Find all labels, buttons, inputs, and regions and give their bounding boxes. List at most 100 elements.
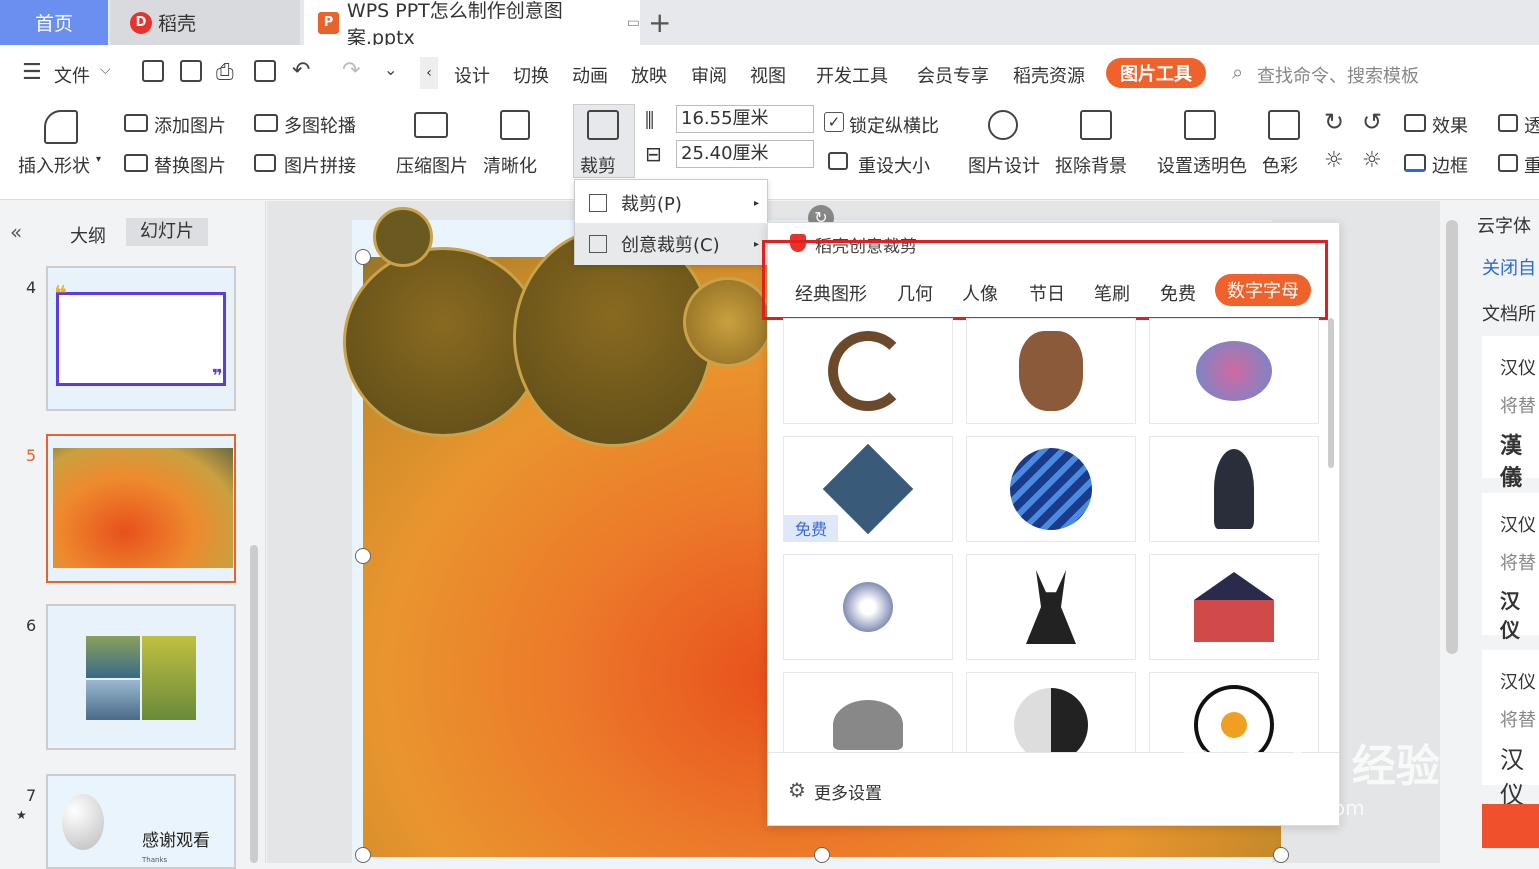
shape-cell-heart[interactable] bbox=[966, 436, 1136, 542]
picture-collage-button[interactable]: 图片拼接 bbox=[284, 152, 356, 178]
border-button[interactable]: 边框 bbox=[1432, 152, 1468, 178]
menu-member[interactable]: 会员专享 bbox=[917, 62, 989, 88]
tab-document[interactable]: P WPS PPT怎么制作创意图案.pptx ▭ bbox=[304, 0, 640, 49]
effect-icon[interactable] bbox=[1404, 114, 1426, 132]
remove-bg-button[interactable]: 抠除背景 bbox=[1055, 152, 1127, 178]
tab-picture-tools[interactable]: 图片工具 bbox=[1106, 58, 1206, 88]
tab-outline[interactable]: 大纲 bbox=[70, 222, 106, 248]
canvas-scrollbar[interactable] bbox=[1444, 204, 1460, 863]
font-card-2[interactable]: 汉仪 将替 汉仪 bbox=[1482, 493, 1539, 642]
brightness-down-icon[interactable]: ☼ bbox=[1362, 148, 1382, 173]
close-auto-link[interactable]: 关闭自 bbox=[1482, 254, 1536, 280]
menu-view[interactable]: 视图 bbox=[750, 62, 786, 88]
chevron-down-icon[interactable]: ⌵ bbox=[100, 62, 111, 78]
more-settings-button[interactable]: 更多设置 bbox=[814, 779, 882, 804]
remove-bg-icon[interactable] bbox=[1080, 110, 1112, 140]
resize-handle-bottom-mid[interactable] bbox=[814, 847, 830, 863]
reset-picture-button[interactable]: 重 bbox=[1524, 152, 1539, 178]
dropdown-arrow-icon[interactable]: ▾ bbox=[96, 154, 101, 165]
multi-carousel-button[interactable]: 多图轮播 bbox=[284, 112, 356, 138]
resize-handle-bottom-right[interactable] bbox=[1273, 847, 1289, 863]
shape-cell-unicorn[interactable] bbox=[783, 318, 953, 424]
set-transparent-button[interactable]: 设置透明色 bbox=[1157, 152, 1247, 178]
add-picture-icon[interactable] bbox=[124, 114, 148, 132]
slide-panel-scrollbar[interactable] bbox=[250, 545, 258, 863]
font-card-3[interactable]: 汉仪 将替 汉仪 bbox=[1482, 650, 1539, 809]
brightness-up-icon[interactable]: ☼ bbox=[1324, 148, 1344, 173]
collapse-panel-icon[interactable]: « bbox=[10, 220, 22, 244]
print-preview-icon[interactable] bbox=[254, 60, 276, 82]
menu-item-creative-crop[interactable]: 创意裁剪(C) ▸ bbox=[575, 223, 767, 265]
shape-cell-tree[interactable] bbox=[1149, 318, 1319, 424]
menu-review[interactable]: 审阅 bbox=[691, 62, 727, 88]
set-transparent-icon[interactable] bbox=[1184, 110, 1216, 140]
save-icon[interactable] bbox=[142, 60, 164, 82]
shape-cell-piano[interactable] bbox=[1149, 554, 1319, 660]
resize-handle-mid-left[interactable] bbox=[355, 548, 371, 564]
compress-picture-icon[interactable] bbox=[414, 112, 448, 138]
menu-design[interactable]: 设计 bbox=[454, 62, 490, 88]
shape-cell-rose[interactable] bbox=[1149, 436, 1319, 542]
rotate-left-icon[interactable]: ↺ bbox=[1362, 108, 1382, 136]
redo-icon[interactable]: ↷ bbox=[342, 58, 360, 83]
width-input[interactable]: 16.55厘米 bbox=[676, 105, 814, 133]
lock-ratio-checkbox[interactable]: ✓ bbox=[824, 112, 844, 132]
color-icon[interactable] bbox=[1268, 110, 1300, 140]
clarify-button[interactable]: 清晰化 bbox=[483, 152, 537, 178]
height-input[interactable]: 25.40厘米 bbox=[676, 140, 814, 168]
transparency-icon[interactable] bbox=[1498, 114, 1518, 132]
hamburger-icon[interactable]: ☰ bbox=[22, 60, 42, 85]
undo-icon[interactable]: ↶ bbox=[292, 58, 310, 83]
color-button[interactable]: 色彩 bbox=[1262, 152, 1298, 178]
slide-thumbnail-6[interactable] bbox=[46, 604, 236, 750]
shape-cell-bear[interactable] bbox=[966, 318, 1136, 424]
shape-cell-yinyang[interactable] bbox=[966, 672, 1136, 752]
tab-daoke[interactable]: D 稻壳 bbox=[110, 0, 300, 45]
font-card-1[interactable]: 汉仪 将替 漢儀 bbox=[1482, 336, 1539, 491]
reset-size-icon[interactable] bbox=[828, 152, 848, 170]
compress-picture-button[interactable]: 压缩图片 bbox=[396, 152, 468, 178]
transparency-button[interactable]: 透 bbox=[1524, 112, 1539, 138]
slide-thumbnail-4[interactable]: ❝ ❞ bbox=[46, 266, 236, 411]
picture-design-icon[interactable] bbox=[988, 110, 1018, 140]
slide-thumbnail-7[interactable]: 感谢观看 Thanks bbox=[46, 774, 236, 869]
tab-home[interactable]: 首页 bbox=[0, 0, 108, 45]
rotate-right-icon[interactable]: ↻ bbox=[1324, 108, 1344, 136]
menu-item-crop[interactable]: 裁剪(P) ▸ bbox=[575, 182, 767, 224]
insert-shape-icon[interactable] bbox=[44, 110, 78, 144]
replace-picture-icon[interactable] bbox=[124, 154, 148, 172]
menu-animation[interactable]: 动画 bbox=[572, 62, 608, 88]
print-icon[interactable]: ⎙ bbox=[216, 60, 234, 85]
slide-thumbnail-5[interactable] bbox=[46, 434, 236, 583]
add-picture-button[interactable]: 添加图片 bbox=[154, 112, 226, 138]
menu-slideshow[interactable]: 放映 bbox=[631, 62, 667, 88]
canvas-scrollbar-thumb[interactable] bbox=[1446, 220, 1458, 654]
reset-size-button[interactable]: 重设大小 bbox=[858, 152, 930, 178]
picture-collage-icon[interactable] bbox=[254, 154, 276, 172]
clarify-icon[interactable] bbox=[500, 110, 530, 140]
replace-fonts-button[interactable] bbox=[1482, 804, 1539, 848]
tab-slides[interactable]: 幻灯片 bbox=[126, 218, 208, 246]
shape-cell-moon[interactable] bbox=[783, 554, 953, 660]
export-icon[interactable] bbox=[180, 60, 202, 82]
new-tab-button[interactable]: + bbox=[648, 6, 671, 39]
monitor-icon[interactable]: ▭ bbox=[627, 15, 640, 31]
insert-shape-button[interactable]: 插入形状 bbox=[18, 152, 90, 178]
menu-daoke-resources[interactable]: 稻壳资源 bbox=[1013, 62, 1085, 88]
menu-developer[interactable]: 开发工具 bbox=[816, 62, 888, 88]
picture-design-button[interactable]: 图片设计 bbox=[968, 152, 1040, 178]
effect-button[interactable]: 效果 bbox=[1432, 112, 1468, 138]
file-menu[interactable]: 文件 bbox=[54, 62, 90, 88]
resize-handle-top-left[interactable] bbox=[355, 249, 371, 265]
reset-picture-icon[interactable] bbox=[1498, 154, 1518, 172]
shape-cell-deer[interactable] bbox=[966, 554, 1136, 660]
shape-cell-snowflake[interactable]: 免费 bbox=[783, 436, 953, 542]
resize-handle-bottom-left[interactable] bbox=[355, 847, 371, 863]
scroll-left-icon[interactable]: ‹ bbox=[420, 57, 438, 89]
border-icon[interactable] bbox=[1404, 154, 1426, 172]
replace-picture-button[interactable]: 替换图片 bbox=[154, 152, 226, 178]
quick-access-dropdown-icon[interactable]: ⌄ bbox=[384, 60, 397, 79]
creative-panel-scrollbar[interactable] bbox=[1328, 318, 1334, 468]
gear-icon[interactable]: ⚙ bbox=[788, 778, 806, 802]
command-search[interactable]: 查找命令、搜索模板 bbox=[1257, 62, 1419, 88]
